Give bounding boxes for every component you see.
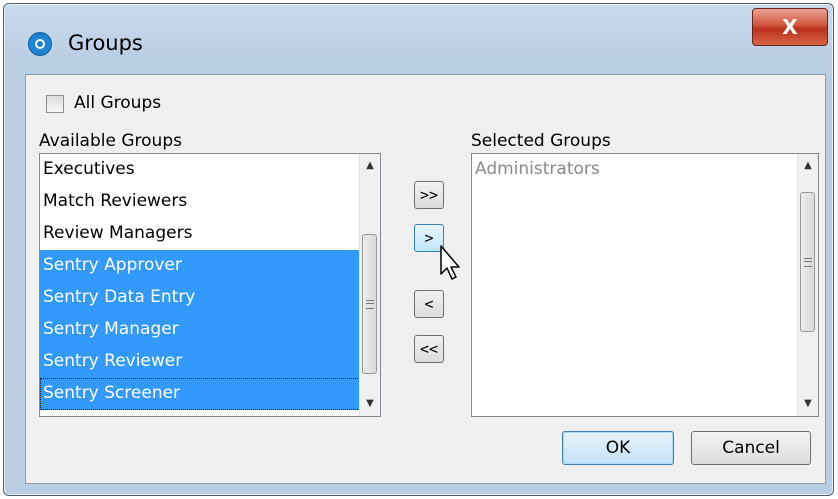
dialog-body: All Groups Available Groups Executives Ma… (25, 74, 826, 484)
scroll-down-arrow-icon[interactable]: ▼ (360, 394, 380, 414)
all-groups-checkbox[interactable] (46, 95, 64, 113)
scroll-up-arrow-icon[interactable]: ▲ (360, 156, 380, 176)
available-groups-label: Available Groups (39, 131, 182, 151)
selected-groups-label: Selected Groups (471, 131, 611, 151)
list-item[interactable]: Review Managers (40, 218, 360, 250)
list-item[interactable]: Sentry Approver (40, 250, 360, 282)
groups-dialog: Groups X All Groups Available Groups Exe… (3, 3, 834, 496)
selected-groups-scrollbar[interactable]: ▲ ▼ (797, 154, 818, 416)
scrollbar-grip-icon (366, 300, 374, 309)
title-bar[interactable]: Groups X (4, 4, 833, 74)
ok-button[interactable]: OK (562, 431, 674, 465)
scroll-down-arrow-icon[interactable]: ▼ (798, 394, 818, 414)
remove-all-button[interactable]: << (414, 335, 444, 363)
selected-groups-list[interactable]: Administrators ▲ ▼ (471, 153, 819, 417)
close-icon: X (782, 15, 798, 39)
scrollbar-grip-icon (804, 258, 812, 267)
app-logo-icon (28, 32, 52, 56)
scroll-up-arrow-icon[interactable]: ▲ (798, 156, 818, 176)
scrollbar-thumb[interactable] (800, 192, 815, 332)
dialog-title: Groups (68, 31, 143, 55)
list-item[interactable]: Sentry Reviewer (40, 346, 360, 378)
available-groups-scrollbar[interactable]: ▲ ▼ (359, 154, 380, 416)
close-button[interactable]: X (752, 8, 828, 46)
list-item[interactable]: Executives (40, 154, 360, 186)
remove-button[interactable]: < (414, 290, 444, 318)
available-groups-list[interactable]: Executives Match Reviewers Review Managers… (39, 153, 381, 417)
list-item[interactable]: Sentry Screener (40, 378, 360, 410)
mouse-pointer-icon (440, 245, 460, 280)
list-item[interactable]: Sentry Data Entry (40, 282, 360, 314)
list-item[interactable]: Sentry Manager (40, 314, 360, 346)
scrollbar-thumb[interactable] (362, 234, 377, 374)
cancel-button[interactable]: Cancel (691, 431, 811, 465)
list-item[interactable]: Match Reviewers (40, 186, 360, 218)
all-groups-label[interactable]: All Groups (74, 93, 161, 113)
available-groups-items: Executives Match Reviewers Review Managers… (40, 154, 360, 410)
list-item[interactable]: Administrators (472, 154, 798, 186)
add-all-button[interactable]: >> (414, 181, 444, 209)
selected-groups-items: Administrators (472, 154, 798, 186)
